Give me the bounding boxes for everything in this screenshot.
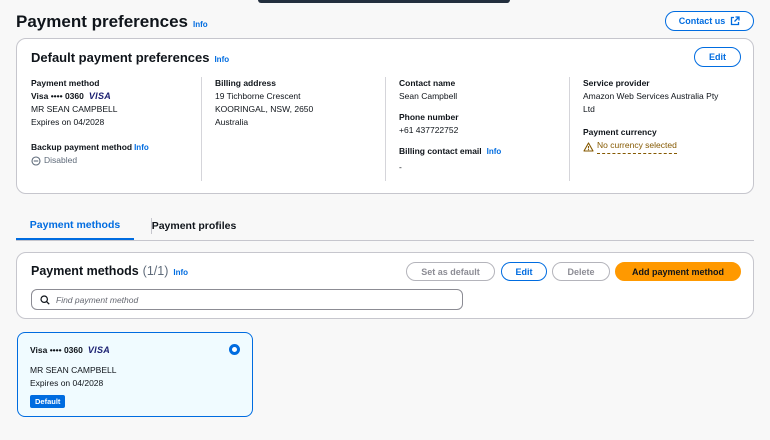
column-divider	[385, 77, 386, 181]
backup-status: Disabled	[31, 154, 149, 167]
phone-label: Phone number	[399, 112, 459, 122]
page-info-link[interactable]: Info	[193, 20, 208, 29]
service-provider-label: Service provider	[583, 78, 650, 88]
external-link-icon	[731, 16, 740, 26]
search-icon	[40, 294, 50, 305]
set-as-default-button[interactable]: Set as default	[406, 262, 495, 281]
payment-tabs: Payment methods Payment profiles	[16, 212, 754, 241]
payment-methods-count: (1/1)	[142, 264, 169, 278]
contact-column: Contact name Sean Campbell Phone number …	[399, 77, 501, 174]
service-provider-line-1: Amazon Web Services Australia Pty	[583, 91, 719, 101]
tile-visa-logo: VISA	[87, 345, 111, 355]
tile-card-expiry: Expires on 04/2028	[30, 378, 104, 388]
backup-info-link[interactable]: Info	[134, 141, 149, 154]
default-preferences-title: Default payment preferences Info	[31, 50, 230, 65]
billing-address-column: Billing address 19 Tichborne Crescent KO…	[215, 77, 313, 129]
payment-method-card: Visa •••• 0360	[31, 91, 84, 101]
edit-preferences-button[interactable]: Edit	[694, 47, 741, 67]
default-preferences-info-link[interactable]: Info	[214, 55, 229, 64]
tile-card-name: Visa •••• 0360	[30, 345, 83, 355]
billing-email-info-link[interactable]: Info	[487, 145, 502, 158]
billing-address-label: Billing address	[215, 78, 276, 88]
column-divider	[569, 77, 570, 181]
address-line-2: KOORINGAL, NSW, 2650	[215, 104, 314, 114]
payment-method-card-tile[interactable]: Visa •••• 0360 VISA MR SEAN CAMPBELL Exp…	[17, 332, 253, 417]
card-expiry: Expires on 04/2028	[31, 117, 105, 127]
search-field[interactable]	[31, 289, 463, 310]
tab-payment-methods[interactable]: Payment methods	[16, 212, 134, 240]
select-card-radio[interactable]	[229, 344, 240, 355]
contact-name: Sean Campbell	[399, 91, 458, 101]
search-input[interactable]	[56, 294, 436, 305]
address-line-3: Australia	[215, 117, 249, 127]
card-holder: MR SEAN CAMPBELL	[31, 104, 118, 114]
edit-method-button[interactable]: Edit	[501, 262, 547, 281]
payment-methods-panel: Payment methods (1/1) Info Set as defaul…	[16, 252, 754, 319]
disabled-circle-icon	[31, 155, 41, 166]
payment-method-column: Payment method Visa •••• 0360 VISA MR SE…	[31, 77, 149, 167]
payment-currency-value[interactable]: No currency selected	[597, 139, 677, 154]
billing-email-label: Billing contact email	[399, 146, 482, 156]
add-payment-method-button[interactable]: Add payment method	[615, 262, 741, 281]
billing-email: -	[399, 162, 402, 172]
payment-methods-info-link[interactable]: Info	[173, 268, 188, 277]
visa-logo: VISA	[88, 91, 112, 101]
warning-icon	[583, 141, 594, 152]
payment-method-label: Payment method	[31, 78, 100, 88]
contact-us-button[interactable]: Contact us	[665, 11, 754, 31]
column-divider	[201, 77, 202, 181]
tile-card-holder: MR SEAN CAMPBELL	[30, 365, 117, 375]
backup-payment-label: Backup payment method	[31, 142, 133, 152]
top-bar	[258, 0, 510, 3]
service-provider-line-2: Ltd	[583, 104, 595, 114]
delete-method-button[interactable]: Delete	[552, 262, 610, 281]
phone-number: +61 437722752	[399, 125, 459, 135]
address-line-1: 19 Tichborne Crescent	[215, 91, 301, 101]
tab-payment-profiles[interactable]: Payment profiles	[144, 212, 244, 240]
contact-name-label: Contact name	[399, 78, 456, 88]
default-badge: Default	[30, 395, 66, 408]
provider-column: Service provider Amazon Web Services Aus…	[583, 77, 718, 154]
default-payment-preferences-panel: Default payment preferences Info Edit Pa…	[16, 38, 754, 194]
payment-currency-label: Payment currency	[583, 127, 657, 137]
page-title: Payment preferences Info	[16, 12, 208, 31]
payment-methods-title: Payment methods (1/1) Info	[31, 264, 189, 278]
